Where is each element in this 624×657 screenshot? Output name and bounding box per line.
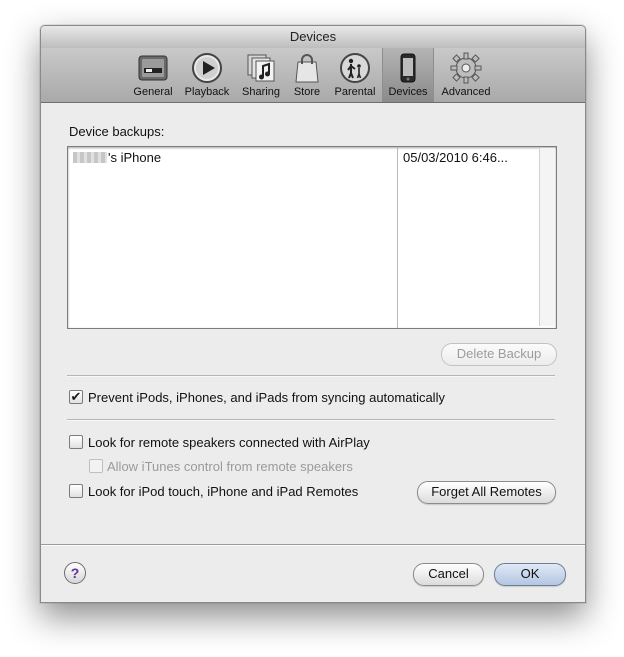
device-backups-label: Device backups: (69, 124, 165, 139)
table-scrollbar[interactable] (539, 148, 555, 326)
preferences-toolbar: General Playback Sharing Store Parental … (41, 48, 585, 103)
ok-button[interactable]: OK (494, 563, 566, 586)
tab-label: Parental (334, 86, 376, 98)
tab-general[interactable]: General (129, 48, 177, 102)
iphone-icon (400, 53, 416, 83)
store-bag-icon (295, 54, 319, 83)
backup-date-cell[interactable]: 05/03/2010 6:46... (403, 150, 508, 165)
general-switch-icon (138, 55, 168, 81)
tab-label: Advanced (441, 86, 491, 98)
airplay-speakers-label[interactable]: Look for remote speakers connected with … (88, 435, 370, 450)
section-divider (67, 419, 555, 421)
table-row[interactable]: 's iPhone (73, 150, 161, 165)
remotes-checkbox[interactable] (69, 484, 83, 498)
delete-backup-button[interactable]: Delete Backup (441, 343, 557, 366)
itunes-control-checkbox[interactable] (89, 459, 103, 473)
tab-label: Playback (184, 86, 230, 98)
tab-store[interactable]: Store (287, 48, 327, 102)
tab-devices[interactable]: Devices (382, 48, 434, 102)
gear-icon (450, 52, 482, 84)
sharing-music-icon (247, 54, 275, 82)
device-backups-table[interactable]: 's iPhone 05/03/2010 6:46... (67, 146, 557, 329)
remotes-label[interactable]: Look for iPod touch, iPhone and iPad Rem… (88, 484, 358, 499)
tab-label: Store (293, 86, 321, 98)
tab-parental[interactable]: Parental (331, 48, 379, 102)
footer-divider (41, 544, 585, 546)
prevent-sync-label[interactable]: Prevent iPods, iPhones, and iPads from s… (88, 390, 445, 405)
window-title: Devices (41, 26, 585, 49)
parental-icon (340, 53, 370, 83)
tab-label: Sharing (242, 86, 280, 98)
help-button[interactable]: ? (64, 562, 86, 584)
itunes-control-label[interactable]: Allow iTunes control from remote speaker… (107, 459, 353, 474)
tab-playback[interactable]: Playback (181, 48, 233, 102)
tab-advanced[interactable]: Advanced (437, 48, 495, 102)
devices-preferences-window: Devices General Playback Sharing Store P… (40, 25, 586, 603)
prevent-sync-checkbox[interactable]: ✔ (69, 390, 83, 404)
playback-icon (192, 53, 222, 83)
forget-all-remotes-button[interactable]: Forget All Remotes (417, 481, 556, 504)
tab-label: Devices (388, 86, 428, 98)
tab-sharing[interactable]: Sharing (237, 48, 285, 102)
tab-label: General (133, 86, 173, 98)
column-divider[interactable] (397, 147, 398, 328)
section-divider (67, 375, 555, 377)
device-name-cell: 's iPhone (108, 150, 162, 165)
airplay-speakers-checkbox[interactable] (69, 435, 83, 449)
cancel-button[interactable]: Cancel (413, 563, 484, 586)
redacted-name (73, 152, 107, 163)
